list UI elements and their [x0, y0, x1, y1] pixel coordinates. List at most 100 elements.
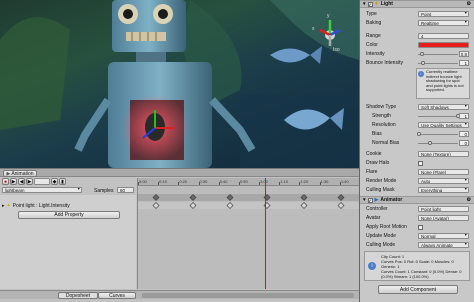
samples-field[interactable]: 60 — [117, 187, 134, 193]
add-component-button[interactable]: Add Component — [378, 285, 458, 294]
animator-enabled-checkbox[interactable]: ✓ — [367, 197, 373, 203]
flare-row: Flare None (Flare) — [362, 168, 472, 176]
animation-icon: ▶ — [6, 170, 11, 177]
prev-keyframe-icon[interactable]: ◀ — [18, 178, 25, 185]
bounce-slider[interactable] — [418, 61, 458, 65]
normal-bias-field[interactable]: 0 — [459, 140, 469, 146]
expand-arrow-icon[interactable]: ▸ — [2, 203, 5, 209]
flare-field[interactable]: None (Flare) — [418, 169, 469, 175]
property-keyframe[interactable] — [152, 202, 160, 209]
render-mode-dropdown[interactable]: Auto — [418, 178, 469, 184]
bias-slider-knob[interactable] — [416, 132, 421, 136]
animator-header-label: Animator — [380, 197, 403, 203]
summary-keyframe[interactable] — [226, 194, 234, 201]
scene-view[interactable]: y x Iso — [0, 0, 359, 168]
color-label: Color — [366, 42, 378, 48]
timeline[interactable]: 0:00 0:10 0:20 0:30 0:40 0:50 1:00 1:10 1:20 1:30… — [137, 178, 360, 289]
scene-axis-x-label: x — [312, 26, 315, 32]
strength-slider[interactable] — [418, 114, 460, 118]
baking-row: Baking Realtime — [362, 19, 472, 27]
record-icon[interactable]: ● — [2, 178, 9, 185]
intensity-slider[interactable] — [418, 52, 458, 56]
animator-component-header[interactable]: ▾ ✓ ▶ Animator ⚙ — [360, 196, 474, 204]
culling-mask-dropdown[interactable]: Everything — [418, 187, 469, 193]
property-keyframe[interactable] — [337, 202, 345, 209]
strength-row: Strength 1 — [362, 112, 472, 120]
avatar-field[interactable]: None (Avatar) — [418, 215, 469, 221]
range-field[interactable]: 4 — [418, 33, 469, 39]
gear-icon[interactable]: ⚙ — [467, 197, 471, 203]
cookie-field[interactable]: None (Texture) — [418, 151, 469, 157]
animation-tab[interactable]: ▶ Animation — [3, 170, 37, 177]
apply-root-label: Apply Root Motion — [366, 224, 407, 230]
add-keyframe-icon[interactable]: ◆ — [51, 178, 58, 185]
range-label: Range — [366, 33, 381, 39]
normal-bias-slider[interactable] — [418, 141, 458, 145]
draw-halo-label: Draw Halo — [366, 160, 390, 166]
property-keyframe[interactable] — [226, 202, 234, 209]
animator-info-box: i Clip Count: 1 Curves Pos: 0 Rot: 0 Sca… — [364, 251, 470, 281]
bias-field[interactable]: 0 — [459, 131, 469, 137]
property-keyframe[interactable] — [300, 202, 308, 209]
summary-keyframe[interactable] — [152, 194, 160, 201]
summary-keyframe[interactable] — [189, 194, 197, 201]
shadow-type-dropdown[interactable]: Soft Shadows — [418, 104, 469, 110]
play-icon[interactable]: ▶ — [10, 178, 17, 185]
baking-dropdown[interactable]: Realtime — [418, 20, 469, 26]
foldout-arrow-icon[interactable]: ▾ — [363, 197, 366, 203]
bounce-slider-knob[interactable] — [421, 61, 425, 65]
culling-mode-row: Culling Mode Always Animate — [362, 241, 472, 249]
property-row[interactable]: ▸ ✦ Point light : Light.Intensity — [2, 202, 134, 209]
property-keyframe[interactable] — [189, 202, 197, 209]
cookie-label: Cookie — [366, 151, 382, 157]
iso-label[interactable]: Iso — [333, 47, 340, 53]
bias-slider[interactable] — [416, 132, 458, 136]
light-enabled-checkbox[interactable]: ✓ — [367, 1, 373, 7]
apply-root-checkbox[interactable] — [418, 224, 423, 230]
summary-keyframe[interactable] — [300, 194, 308, 201]
horizontal-scrollbar[interactable] — [142, 293, 354, 298]
resolution-dropdown[interactable]: Use Quality Settings — [418, 122, 469, 128]
color-swatch[interactable] — [418, 42, 469, 48]
clip-bar: lightbeam Samples 60 — [0, 186, 136, 194]
normal-bias-slider-knob[interactable] — [428, 141, 432, 145]
warning-text: Currently realtime indirect bounce light… — [426, 69, 464, 93]
keyframes[interactable] — [138, 178, 360, 289]
intensity-slider-knob[interactable] — [420, 52, 424, 56]
type-row: Type Point — [362, 10, 472, 18]
tab-curves[interactable]: Curves — [98, 292, 136, 299]
light-component-header[interactable]: ▾ ✓ ✦ Light ⚙ — [360, 0, 474, 8]
view-tabs: Dopesheet Curves — [0, 290, 359, 299]
update-mode-dropdown[interactable]: Normal — [418, 233, 469, 239]
clip-selector[interactable]: lightbeam — [2, 187, 82, 193]
animation-tab-bar: ▶ Animation — [0, 169, 359, 177]
strength-label: Strength — [372, 113, 391, 119]
bounce-row: Bounce Intensity 1 — [362, 59, 472, 67]
add-property-button[interactable]: Add Property — [18, 211, 120, 219]
scene-illustration — [0, 0, 359, 168]
color-row: Color — [362, 41, 472, 49]
strength-field[interactable]: 1 — [459, 113, 469, 119]
type-dropdown[interactable]: Point — [418, 11, 469, 17]
tab-dopesheet[interactable]: Dopesheet — [58, 292, 98, 299]
apply-root-row: Apply Root Motion — [362, 223, 472, 231]
foldout-arrow-icon[interactable]: ▾ — [363, 1, 366, 7]
draw-halo-checkbox[interactable] — [418, 160, 423, 166]
animator-icon: ▶ — [374, 197, 379, 203]
property-label: Point light : Light.Intensity — [12, 202, 70, 209]
controller-field[interactable]: Point light — [418, 206, 469, 212]
gear-icon[interactable]: ⚙ — [467, 1, 471, 7]
playhead[interactable] — [265, 178, 266, 289]
info-icon: i — [368, 262, 376, 270]
normal-bias-label: Normal Bias — [372, 140, 400, 146]
culling-mode-dropdown[interactable]: Always Animate — [418, 242, 469, 248]
frame-field[interactable] — [34, 178, 50, 185]
add-event-icon[interactable]: ▮ — [59, 178, 66, 185]
bias-row: Bias 0 — [362, 130, 472, 138]
animation-toolbar: ● ▶ ◀ ▶ ◆ ▮ — [0, 178, 136, 186]
controller-label: Controller — [366, 206, 388, 212]
intensity-field[interactable]: 0.8 — [459, 51, 469, 57]
next-keyframe-icon[interactable]: ▶ — [26, 178, 33, 185]
bounce-field[interactable]: 1 — [459, 60, 469, 66]
summary-keyframe[interactable] — [337, 194, 345, 201]
